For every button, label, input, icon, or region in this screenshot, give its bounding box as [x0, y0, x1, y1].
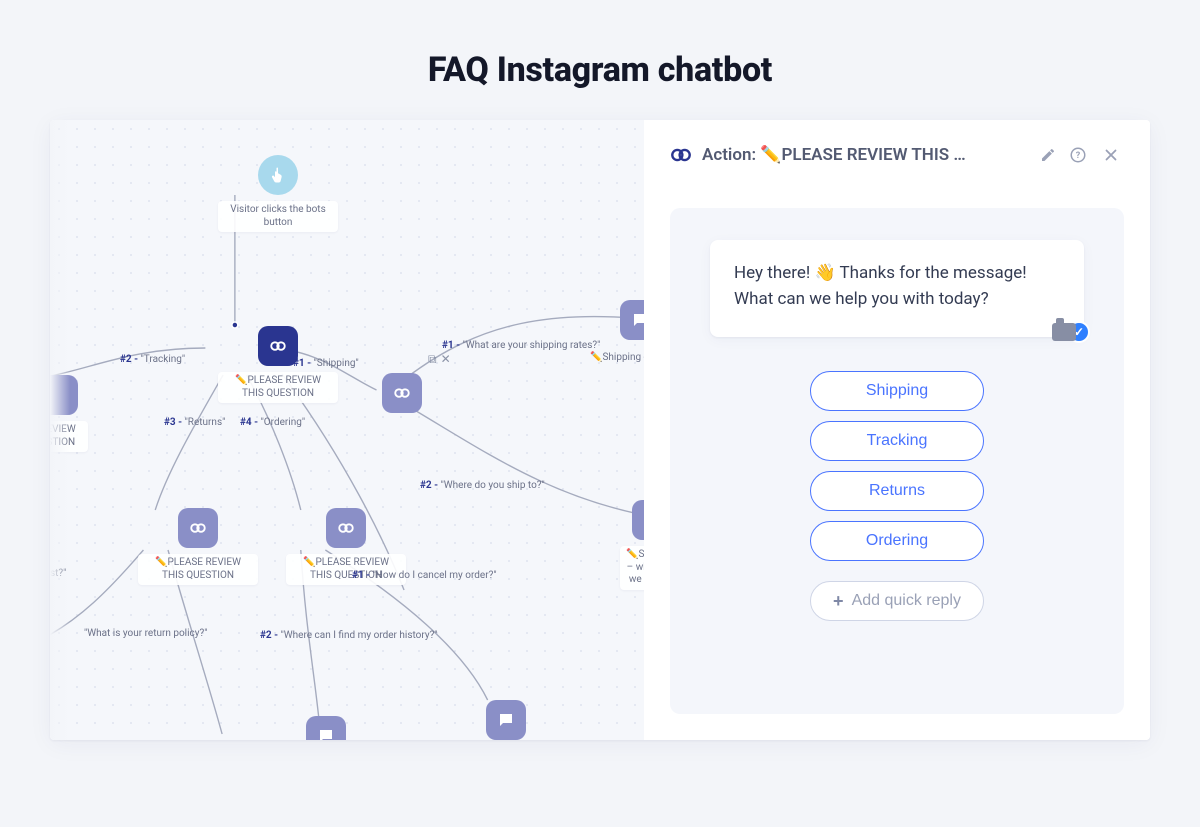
- close-icon[interactable]: [1098, 142, 1124, 168]
- chat-icon: [486, 700, 526, 740]
- add-quick-reply-label: Add quick reply: [852, 592, 961, 610]
- quick-reply-returns[interactable]: Returns: [810, 471, 984, 511]
- brand-icon: [670, 144, 692, 166]
- action-icon: [50, 375, 78, 415]
- edge-label-shipping: #1 - "Shipping": [293, 358, 359, 369]
- action-node-returns[interactable]: ✏️PLEASE REVIEW THIS QUESTION: [138, 508, 258, 585]
- message-badge: ✓: [1052, 321, 1090, 343]
- edge-label-ship-to: #2 - "Where do you ship to?": [420, 480, 545, 491]
- message-text: Hey there! 👋 Thanks for the message! Wha…: [710, 240, 1084, 337]
- workspace: Visitor clicks the bots button ✏️PLEASE …: [50, 120, 1150, 740]
- message-node-1[interactable]: [620, 300, 644, 340]
- message-node-2[interactable]: ✏️Shipping – where do we ship to: [620, 500, 644, 590]
- action-icon: [382, 373, 422, 413]
- edit-icon[interactable]: [1038, 145, 1058, 165]
- message-node-4[interactable]: [306, 716, 346, 740]
- inspector-panel: Action: ✏️PLEASE REVIEW THIS … ? Hey the…: [644, 120, 1150, 740]
- quick-reply-shipping[interactable]: Shipping: [810, 371, 984, 411]
- message-card[interactable]: Hey there! 👋 Thanks for the message! Wha…: [710, 240, 1084, 337]
- action-label-cut-left: REVIEW ESTION: [50, 421, 88, 452]
- trigger-node[interactable]: Visitor clicks the bots button: [218, 155, 338, 232]
- quick-reply-ordering[interactable]: Ordering: [810, 521, 984, 561]
- quick-replies: Shipping Tracking Returns Ordering + Add…: [810, 371, 984, 621]
- edge-label-tracking: #2 - "Tracking": [120, 354, 185, 365]
- chat-icon: [306, 716, 346, 740]
- quick-reply-tracking[interactable]: Tracking: [810, 421, 984, 461]
- chat-icon: [632, 500, 644, 540]
- action-label-main: ✏️PLEASE REVIEW THIS QUESTION: [218, 372, 338, 403]
- edge-label-history: #2 - "Where can I find my order history?…: [260, 630, 438, 641]
- edge-label-returns: #3 - "Returns": [164, 417, 225, 428]
- action-node-cut-left[interactable]: REVIEW ESTION: [50, 375, 88, 452]
- panel-body: Hey there! 👋 Thanks for the message! Wha…: [670, 208, 1124, 714]
- page-title: FAQ Instagram chatbot: [0, 50, 1200, 90]
- add-quick-reply-button[interactable]: + Add quick reply: [810, 581, 984, 621]
- action-icon: [258, 326, 298, 366]
- edge-label-shipping-msg: ✏️Shipping -: [590, 352, 644, 363]
- edge-duplicate-icon[interactable]: ⧉: [428, 352, 437, 367]
- edge-label-ordering: #4 - "Ordering": [240, 417, 305, 428]
- camera-icon: [1052, 323, 1076, 341]
- tap-icon: [258, 155, 298, 195]
- panel-header: Action: ✏️PLEASE REVIEW THIS … ?: [670, 142, 1124, 168]
- edge-label-rates: #1 - "What are your shipping rates?": [442, 340, 600, 351]
- panel-title: Action: ✏️PLEASE REVIEW THIS …: [702, 145, 1028, 165]
- action-label-returns: ✏️PLEASE REVIEW THIS QUESTION: [138, 554, 258, 585]
- edge-label-cancel: #1 - "How do I cancel my order?": [352, 570, 497, 581]
- edge-label-cut: st?": [50, 568, 66, 579]
- message-node-3[interactable]: [486, 700, 526, 740]
- message-label-2: ✏️Shipping – where do we ship to: [620, 546, 644, 590]
- edge-delete-icon[interactable]: ✕: [441, 352, 451, 367]
- edge-tools[interactable]: ⧉ ✕: [428, 352, 451, 367]
- action-node-shipping[interactable]: [382, 373, 422, 413]
- help-icon[interactable]: ?: [1068, 145, 1088, 165]
- svg-text:?: ?: [1076, 151, 1081, 161]
- edge-label-return-policy: "What is your return policy?": [84, 628, 207, 639]
- action-icon: [178, 508, 218, 548]
- trigger-label: Visitor clicks the bots button: [218, 201, 338, 232]
- flow-wires: [50, 120, 644, 740]
- flow-canvas[interactable]: Visitor clicks the bots button ✏️PLEASE …: [50, 120, 644, 740]
- action-icon: [326, 508, 366, 548]
- chat-icon: [620, 300, 644, 340]
